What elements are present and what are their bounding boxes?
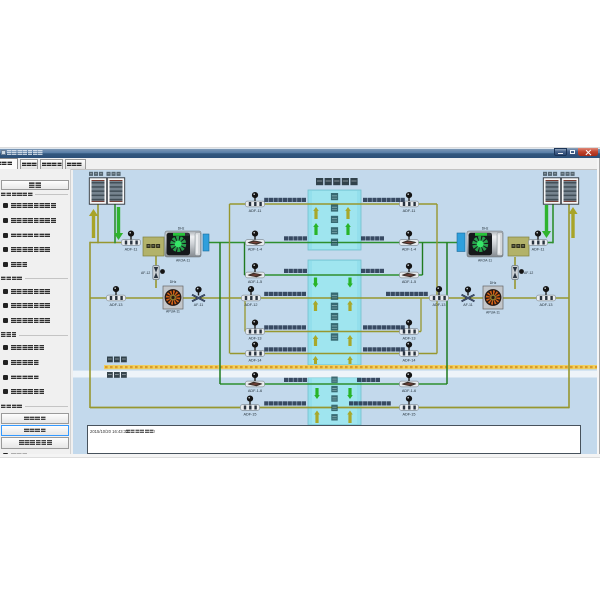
svg-text:ADF-13: ADF-13	[248, 336, 261, 340]
svg-text:ADF-13: ADF-13	[402, 336, 415, 340]
svg-text:ADF-13: ADF-13	[109, 303, 122, 307]
svg-text:APUA-11: APUA-11	[166, 310, 180, 314]
svg-text:ADF-14: ADF-14	[248, 358, 261, 362]
svg-text:ADF-14: ADF-14	[402, 358, 415, 362]
svg-text:AF-11: AF-11	[463, 303, 473, 307]
svg-text:DHz: DHz	[169, 280, 176, 284]
svg-text:AKOA-11: AKOA-11	[175, 259, 189, 263]
svg-text:ADF-11: ADF-11	[531, 247, 544, 251]
svg-text:ADF-1-4: ADF-1-4	[247, 247, 261, 251]
svg-text:ADF-11: ADF-11	[248, 209, 261, 213]
svg-text:ADF-1-5: ADF-1-5	[401, 280, 415, 284]
svg-text:ADF-1-6: ADF-1-6	[401, 389, 415, 393]
svg-text:DHz: DHz	[177, 227, 184, 231]
svg-text:ADF-1-5: ADF-1-5	[247, 280, 261, 284]
svg-text:APUA-11: APUA-11	[486, 311, 500, 315]
svg-text:ADF-11: ADF-11	[124, 247, 137, 251]
svg-text:AF-12: AF-12	[141, 271, 150, 275]
svg-text:ADF-12: ADF-12	[244, 303, 257, 307]
svg-text:ADF-13: ADF-13	[539, 303, 552, 307]
svg-text:ADF-15: ADF-15	[402, 412, 415, 416]
svg-text:ADF-1-6: ADF-1-6	[247, 389, 261, 393]
svg-text:DHz: DHz	[481, 227, 488, 231]
svg-text:DHz: DHz	[489, 281, 496, 285]
svg-text:AKOA-11: AKOA-11	[477, 259, 491, 263]
svg-text:ADF-13: ADF-13	[432, 303, 445, 307]
svg-text:ADF-1-4: ADF-1-4	[401, 247, 415, 251]
svg-text:AF-11: AF-11	[193, 303, 203, 307]
svg-text:ADF-15: ADF-15	[243, 412, 256, 416]
svg-text:AF-12: AF-12	[524, 271, 533, 275]
svg-text:ADF-11: ADF-11	[402, 209, 415, 213]
